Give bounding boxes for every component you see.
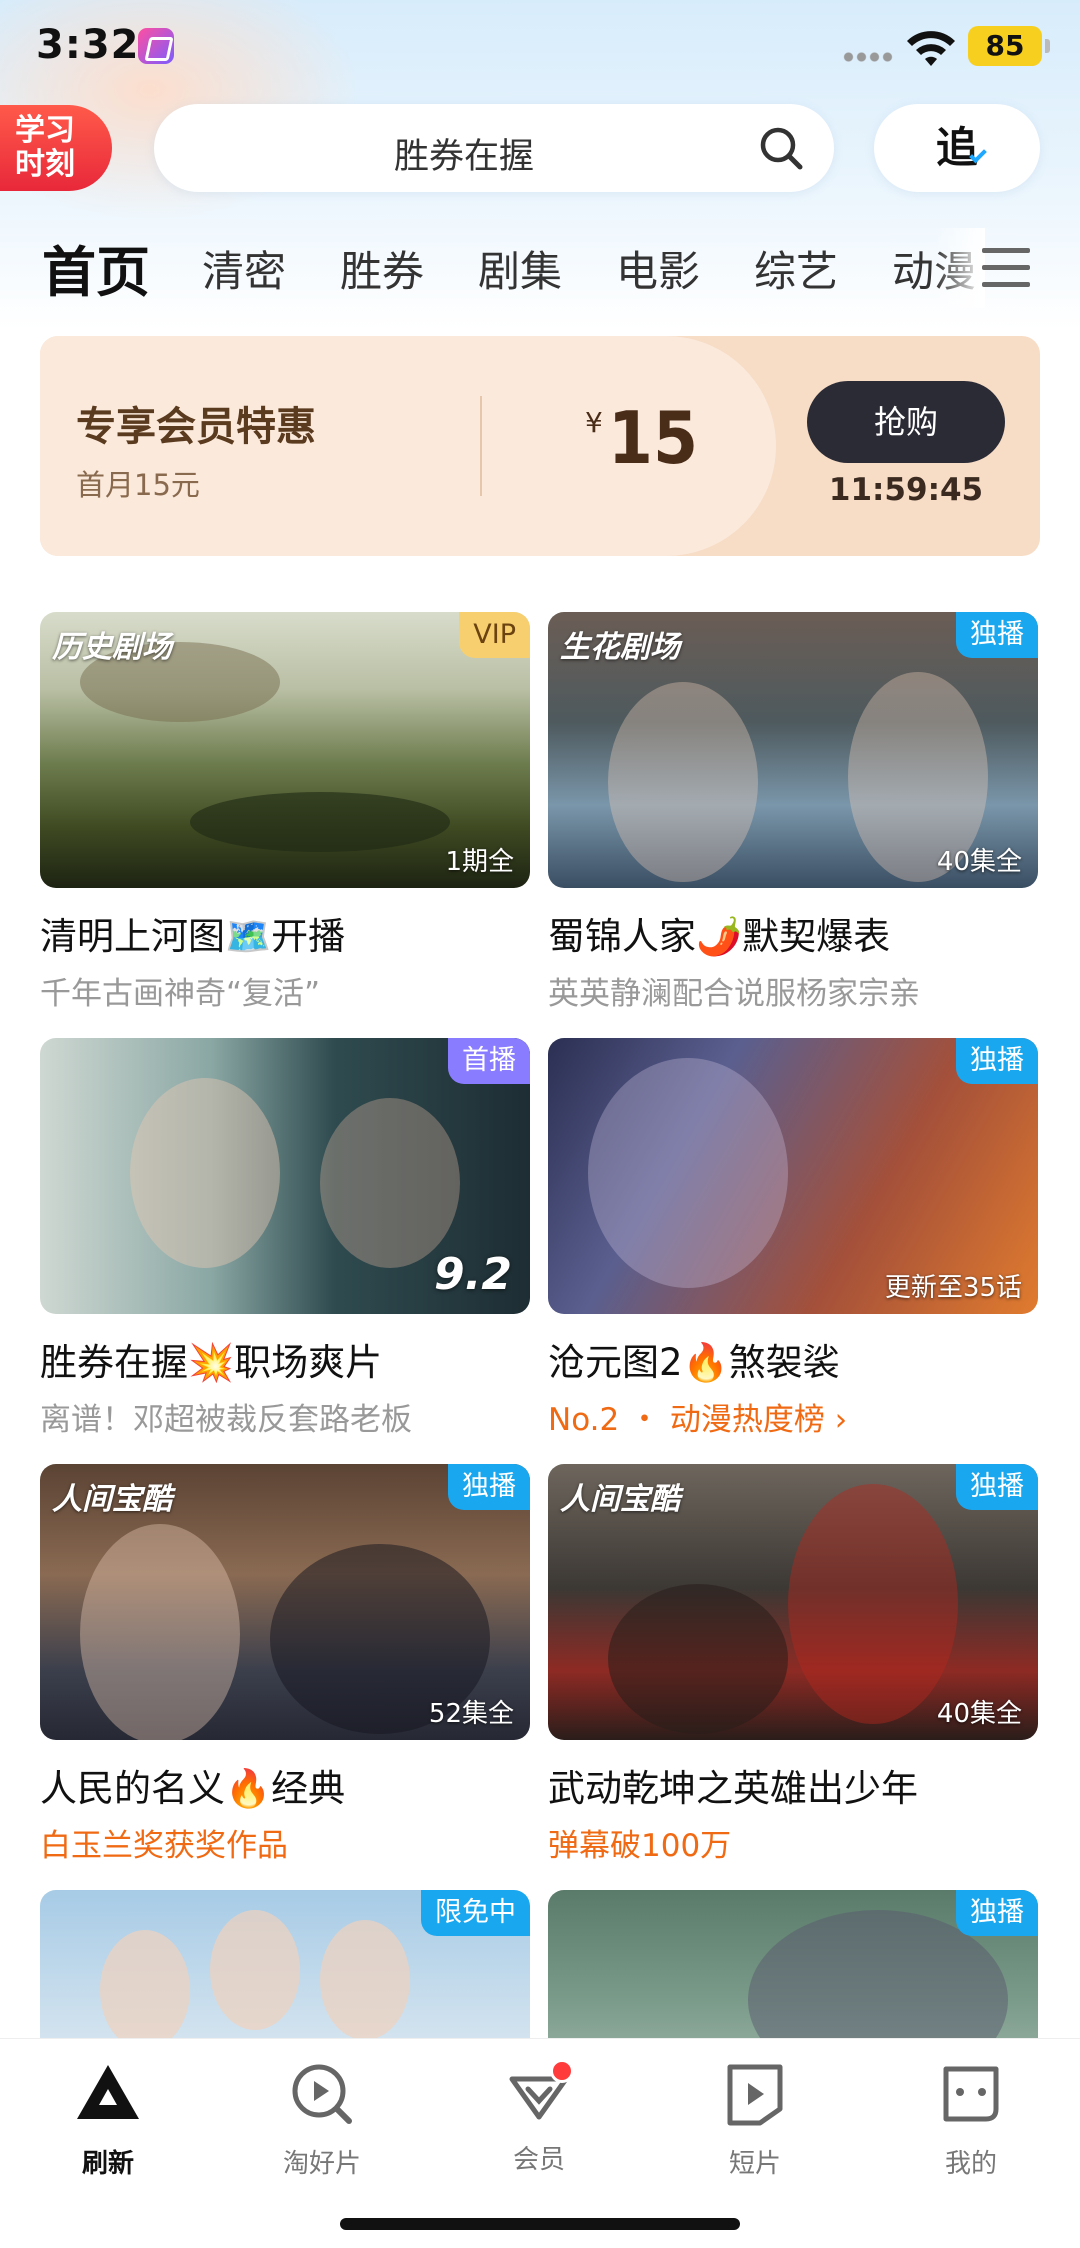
video-thumbnail[interactable]: 生花剧场 独播 40集全 <box>548 612 1038 888</box>
video-thumbnail[interactable]: 历史剧场 VIP 1期全 <box>40 612 530 888</box>
card-title: 人民的名义🔥经典 <box>40 1767 346 1810</box>
card-title: 蜀锦人家🌶️默契爆表 <box>548 915 891 958</box>
video-card[interactable]: 独播 更新至35话 沧元图2🔥煞袈裟 No.2 ・ 动漫热度榜 › <box>548 1038 1038 1439</box>
nav-vip[interactable]: 会员 <box>459 2059 619 2176</box>
video-thumbnail[interactable]: 人间宝酷 独播 52集全 <box>40 1464 530 1740</box>
follow-button[interactable]: 追 <box>874 104 1040 192</box>
episode-count: 更新至35话 <box>884 1273 1022 1303</box>
free-badge: 限免中 <box>421 1890 530 1936</box>
nav-label: 我的 <box>944 2149 997 2179</box>
currency-symbol: ¥ <box>585 406 603 439</box>
category-tabs: 首页 清密 胜券 剧集 电影 综艺 动漫 <box>0 228 1080 308</box>
app-notification-icon <box>138 28 174 64</box>
menu-icon[interactable] <box>982 248 1030 288</box>
channel-logo: 生花剧场 <box>560 630 680 665</box>
study-moment-badge[interactable]: 学习 时刻 <box>0 105 112 191</box>
video-card[interactable]: 生花剧场 独播 40集全 蜀锦人家🌶️默契爆表 英英静澜配合说服杨家宗亲 <box>548 612 1038 1013</box>
nav-label: 淘好片 <box>282 2149 361 2179</box>
search-bar[interactable]: 胜券在握 <box>154 104 834 192</box>
rating-score: 9.2 <box>434 1249 512 1300</box>
video-thumbnail[interactable]: 首播 9.2 <box>40 1038 530 1314</box>
countdown-timer: 11:59:45 <box>828 472 984 508</box>
card-subtitle: 白玉兰奖获奖作品 <box>40 1828 288 1864</box>
promo-subtitle: 首月15元 <box>76 468 200 502</box>
tab-home[interactable]: 首页 <box>42 228 150 307</box>
card-title: 胜券在握💥职场爽片 <box>40 1341 383 1384</box>
tab-movies[interactable]: 电影 <box>616 238 700 299</box>
tab-qingmi[interactable]: 清密 <box>202 238 286 299</box>
search-hint: 胜券在握 <box>393 137 534 177</box>
notification-dot <box>550 2059 574 2083</box>
channel-logo: 人间宝酷 <box>560 1482 680 1517</box>
nav-shorts[interactable]: 短片 <box>675 2059 835 2180</box>
exclusive-badge: 独播 <box>956 1464 1038 1510</box>
bottom-navigation: 刷新 淘好片 会员 短片 我的 <box>0 2038 1080 2248</box>
card-subtitle: 弹幕破100万 <box>548 1828 732 1864</box>
nav-profile[interactable]: 我的 <box>891 2059 1051 2180</box>
video-card[interactable]: 人间宝酷 独播 40集全 武动乾坤之英雄出少年 弹幕破100万 <box>548 1464 1038 1865</box>
study-badge-line2: 时刻 <box>15 147 75 182</box>
channel-logo: 人间宝酷 <box>52 1482 172 1517</box>
video-card[interactable]: 历史剧场 VIP 1期全 清明上河图🗺️开播 千年古画神奇“复活” <box>40 612 530 1013</box>
tab-shengquan[interactable]: 胜券 <box>340 238 424 299</box>
price-value: 15 <box>607 396 699 480</box>
episode-count: 1期全 <box>445 847 514 877</box>
episode-count: 40集全 <box>936 1699 1022 1729</box>
nav-label: 刷新 <box>81 2149 134 2179</box>
exclusive-badge: 独播 <box>956 1890 1038 1936</box>
status-time: 3:32 <box>36 22 140 68</box>
home-triangle-icon <box>77 2065 139 2119</box>
follow-label: 追 <box>935 123 978 172</box>
card-subtitle: 英英静澜配合说服杨家宗亲 <box>548 976 920 1012</box>
premiere-badge: 首播 <box>448 1038 530 1084</box>
vip-badge: VIP <box>459 612 530 658</box>
tab-variety[interactable]: 综艺 <box>754 238 838 299</box>
home-indicator[interactable] <box>340 2218 740 2230</box>
discover-play-icon <box>292 2064 352 2124</box>
signal-icon <box>842 52 894 62</box>
exclusive-badge: 独播 <box>956 612 1038 658</box>
promo-title: 专享会员特惠 <box>76 404 316 450</box>
exclusive-badge: 独播 <box>956 1038 1038 1084</box>
battery-indicator: 85 <box>968 26 1050 66</box>
card-subtitle: 千年古画神奇“复活” <box>40 976 321 1012</box>
promo-price: ¥ 15 <box>585 396 698 480</box>
study-badge-line1: 学习 <box>15 113 75 148</box>
card-title: 沧元图2🔥煞袈裟 <box>548 1341 840 1384</box>
channel-logo: 历史剧场 <box>52 630 172 665</box>
wifi-icon <box>907 31 955 66</box>
video-thumbnail[interactable]: 人间宝酷 独播 40集全 <box>548 1464 1038 1740</box>
vip-promo-banner[interactable]: 专享会员特惠 首月15元 ¥ 15 抢购 11:59:45 <box>40 336 1040 556</box>
nav-label: 会员 <box>512 2145 565 2175</box>
search-icon[interactable] <box>758 125 804 171</box>
tab-series[interactable]: 剧集 <box>478 238 562 299</box>
status-bar: 3:32 85 <box>0 0 1080 95</box>
ranking-link[interactable]: No.2 ・ 动漫热度榜 › <box>548 1394 1038 1439</box>
episode-count: 40集全 <box>936 847 1022 877</box>
profile-face-icon <box>943 2066 999 2122</box>
nav-discover[interactable]: 淘好片 <box>242 2059 402 2180</box>
exclusive-badge: 独播 <box>448 1464 530 1510</box>
video-card[interactable]: 首播 9.2 胜券在握💥职场爽片 离谱！邓超被裁反套路老板 <box>40 1038 530 1439</box>
video-card[interactable]: 人间宝酷 独播 52集全 人民的名义🔥经典 白玉兰奖获奖作品 <box>40 1464 530 1865</box>
card-title: 清明上河图🗺️开播 <box>40 915 346 958</box>
buy-button[interactable]: 抢购 <box>807 381 1005 463</box>
card-title: 武动乾坤之英雄出少年 <box>548 1767 918 1810</box>
nav-home[interactable]: 刷新 <box>28 2059 188 2180</box>
video-thumbnail[interactable]: 独播 更新至35话 <box>548 1038 1038 1314</box>
nav-label: 短片 <box>728 2149 781 2179</box>
episode-count: 52集全 <box>428 1699 514 1729</box>
card-subtitle: 离谱！邓超被裁反套路老板 <box>40 1402 412 1438</box>
short-video-icon <box>727 2064 783 2126</box>
